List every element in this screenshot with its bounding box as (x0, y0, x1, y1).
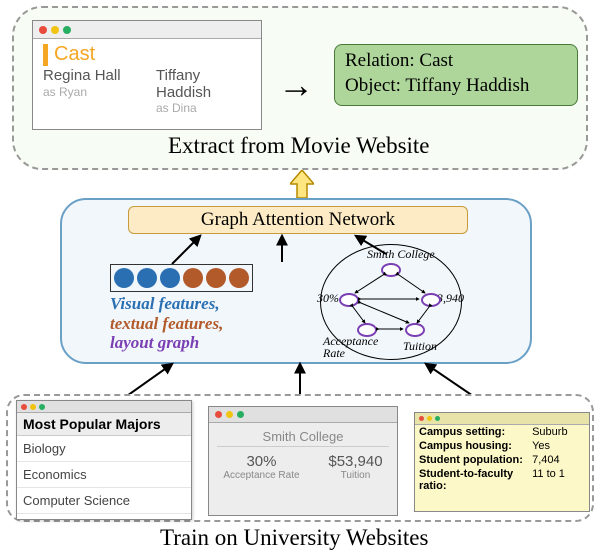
relation-line: Relation: Cast (345, 49, 567, 74)
campus-facts-table: Campus setting:Suburb Campus housing:Yes… (415, 425, 589, 493)
campus-facts-window: Campus setting:Suburb Campus housing:Yes… (414, 412, 590, 512)
top-panel: Cast Regina Hall as Ryan Tiffany Haddish… (12, 6, 588, 170)
close-icon (21, 404, 27, 410)
actor-name: Tiffany Haddish (156, 68, 251, 101)
zoom-icon (39, 404, 45, 410)
actor-name: Regina Hall (43, 68, 138, 85)
cast-heading: Cast (54, 43, 95, 66)
table-row: Student population:7,404 (415, 453, 589, 467)
fact-val: Yes (528, 439, 589, 453)
fact-key: Campus housing: (415, 439, 528, 453)
table-row: Campus housing:Yes (415, 439, 589, 453)
stat-label: Tuition (328, 470, 382, 481)
arrow-up-icon (290, 170, 314, 198)
majors-window: Most Popular Majors Biology Economics Co… (16, 400, 192, 520)
stat-label: Acceptance Rate (223, 470, 299, 481)
window-titlebar (17, 401, 191, 413)
layout-graph-circle: Smith College 30% $53,940 Acceptance Rat… (320, 244, 462, 360)
list-item: Computer Science (17, 488, 191, 514)
zoom-icon (435, 416, 440, 421)
bottom-panel: Most Popular Majors Biology Economics Co… (6, 394, 594, 522)
minimize-icon (427, 416, 432, 421)
zoom-icon (237, 411, 244, 418)
graph-edges-icon (321, 245, 463, 361)
close-icon (419, 416, 424, 421)
window-titlebar (33, 21, 261, 39)
close-icon (39, 26, 47, 34)
feature-label-visual: Visual features, (110, 294, 264, 314)
feature-vector-icon (110, 264, 253, 292)
stat-value: 30% (223, 453, 299, 470)
arrow-into-gan-icon (166, 234, 206, 266)
cast-entry: Tiffany Haddish as Dina (156, 68, 251, 115)
smith-college-window: Smith College 30% Acceptance Rate $53,94… (208, 406, 398, 516)
fact-val: Suburb (528, 425, 589, 439)
actor-role: as Ryan (43, 85, 138, 99)
arrow-right-icon: → (278, 64, 314, 106)
actor-role: as Dina (156, 101, 251, 115)
accent-bar (43, 44, 48, 66)
cast-entry: Regina Hall as Ryan (43, 68, 138, 115)
list-item: Economics (17, 462, 191, 488)
divider (217, 446, 389, 447)
bottom-caption: Train on University Websites (160, 525, 428, 551)
movie-cast-window: Cast Regina Hall as Ryan Tiffany Haddish… (32, 20, 262, 130)
close-icon (215, 411, 222, 418)
fact-val: 7,404 (528, 453, 589, 467)
middle-panel: Graph Attention Network Visual features,… (60, 198, 532, 364)
feature-label-textual: textual features, (110, 314, 264, 334)
window-titlebar (415, 413, 589, 425)
majors-heading: Most Popular Majors (17, 413, 191, 436)
fact-key: Student population: (415, 453, 528, 467)
stat-tuition: $53,940 Tuition (328, 453, 382, 481)
minimize-icon (51, 26, 59, 34)
minimize-icon (226, 411, 233, 418)
college-name: Smith College (209, 423, 397, 446)
table-row: Student-to-faculty ratio:11 to 1 (415, 467, 589, 493)
top-caption: Extract from Movie Website (168, 133, 430, 159)
graph-attention-network-box: Graph Attention Network (128, 206, 468, 234)
object-line: Object: Tiffany Haddish (345, 74, 567, 99)
fact-key: Campus setting: (415, 425, 528, 439)
minimize-icon (30, 404, 36, 410)
feature-label-layout: layout graph (110, 333, 264, 353)
window-titlebar (209, 407, 397, 423)
stat-value: $53,940 (328, 453, 382, 470)
table-row: Campus setting:Suburb (415, 425, 589, 439)
list-item: Biology (17, 436, 191, 462)
zoom-icon (63, 26, 71, 34)
fact-key: Student-to-faculty ratio: (415, 467, 528, 493)
extraction-output-box: Relation: Cast Object: Tiffany Haddish (334, 44, 578, 106)
feature-block: Visual features, textual features, layou… (110, 264, 264, 353)
fact-val: 11 to 1 (528, 467, 589, 493)
arrow-into-gan-icon (272, 234, 292, 264)
stat-acceptance: 30% Acceptance Rate (223, 453, 299, 481)
